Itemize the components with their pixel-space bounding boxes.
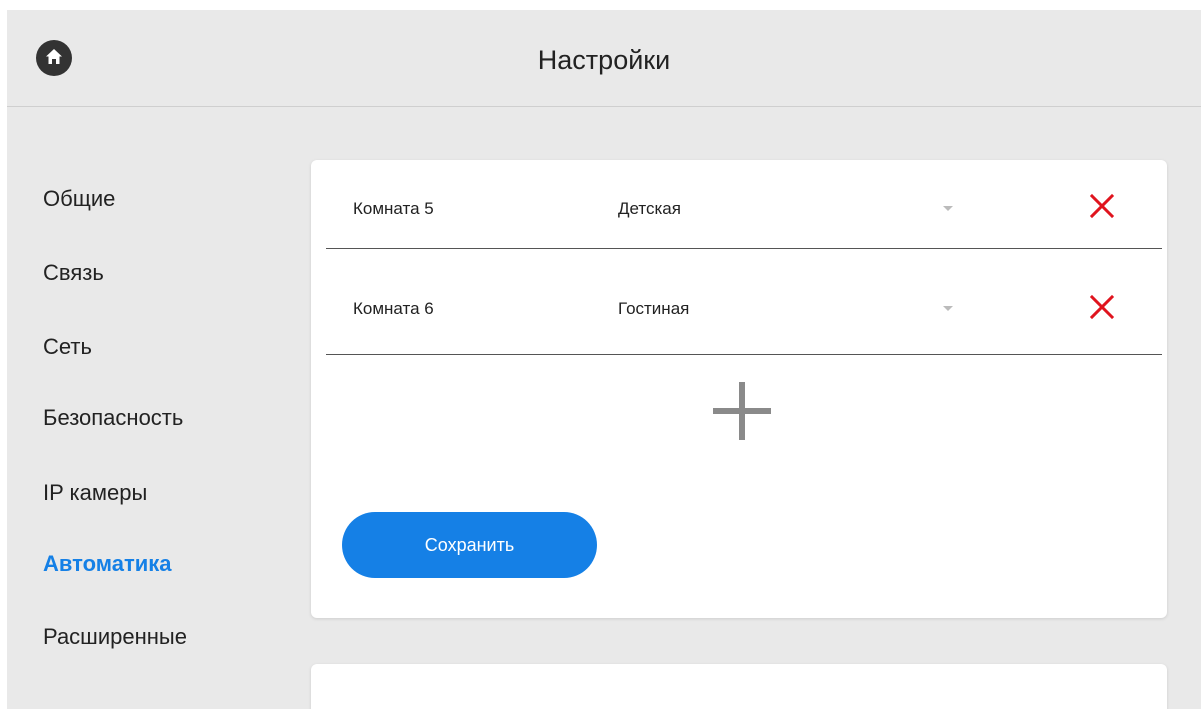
page-title: Настройки	[537, 45, 671, 75]
settings-screen: Настройки Общие Связь Сеть Безопасность …	[7, 10, 1201, 709]
room-type-select[interactable]: Детская	[618, 199, 681, 219]
room-type-select[interactable]: Гостиная	[618, 299, 689, 319]
home-icon	[46, 49, 62, 64]
sidebar-item-automation[interactable]: Автоматика	[43, 551, 172, 577]
sidebar-item-advanced[interactable]: Расширенные	[43, 624, 187, 650]
plus-icon[interactable]	[713, 382, 771, 440]
secondary-card	[311, 664, 1167, 709]
rooms-card: Комната 5 Детская Комната 6 Гостиная Сох…	[311, 160, 1167, 618]
room-name: Комната 6	[353, 299, 434, 318]
sidebar-item-ip-cameras[interactable]: IP камеры	[43, 480, 147, 506]
close-icon[interactable]	[1089, 294, 1115, 320]
header: Настройки	[7, 10, 1201, 107]
close-icon[interactable]	[1089, 193, 1115, 219]
room-row: Комната 6 Гостиная	[326, 248, 1162, 355]
save-button[interactable]: Сохранить	[342, 512, 597, 578]
room-row: Комната 5 Детская	[326, 160, 1162, 249]
sidebar-item-connection[interactable]: Связь	[43, 260, 104, 286]
sidebar-item-security[interactable]: Безопасность	[43, 405, 183, 431]
room-name: Комната 5	[353, 199, 434, 218]
home-button[interactable]	[36, 40, 72, 76]
sidebar-item-general[interactable]: Общие	[43, 186, 115, 212]
sidebar-item-network[interactable]: Сеть	[43, 334, 92, 360]
chevron-down-icon[interactable]	[943, 306, 953, 311]
chevron-down-icon[interactable]	[943, 206, 953, 211]
